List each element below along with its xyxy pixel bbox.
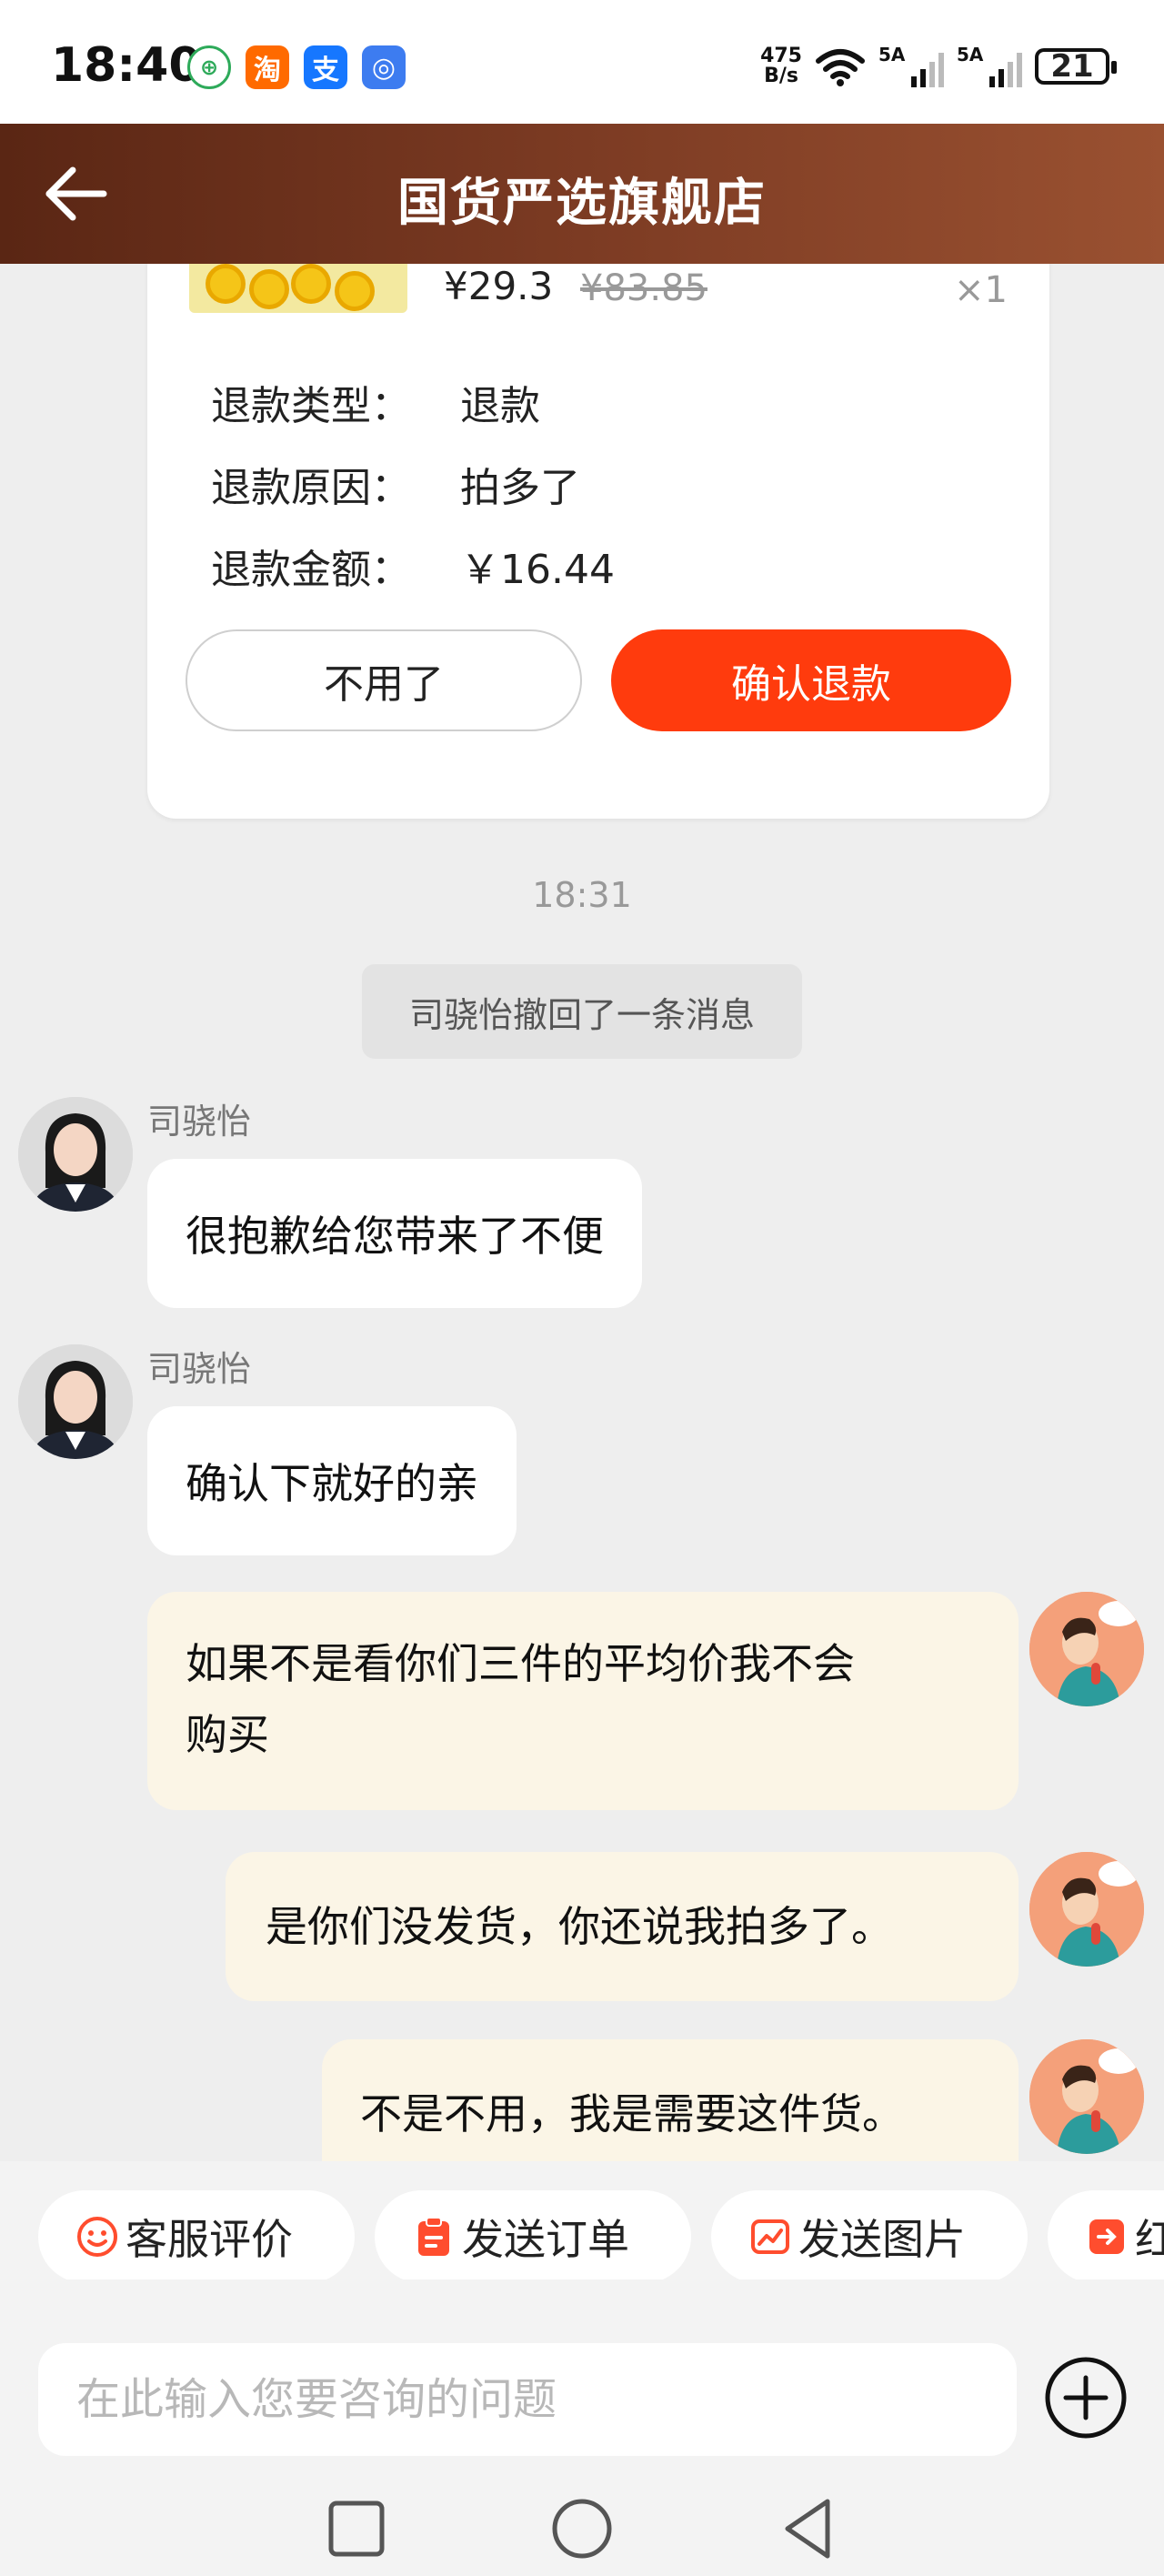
product-original-price: ¥83.85 [580, 267, 707, 309]
refund-reason-row: 退款原因： 拍多了 [211, 455, 580, 513]
user-message-line: 如果不是看你们三件的平均价我不会 [186, 1639, 855, 1688]
green-app-icon: ⊕ [187, 45, 231, 89]
user-avatar[interactable] [1029, 1592, 1144, 1706]
chat-header: 国货严选旗舰店 [0, 124, 1164, 264]
square-icon [328, 2501, 385, 2557]
send-order-chip[interactable]: 发送订单 [375, 2190, 691, 2279]
triangle-back-icon [785, 2499, 830, 2559]
refund-reason-label: 退款原因： [211, 465, 411, 511]
user-avatar[interactable] [1029, 1852, 1144, 1967]
share-chip[interactable]: 红 [1048, 2190, 1164, 2279]
refund-amount-value: ￥16.44 [460, 547, 615, 593]
send-order-label: 发送订单 [462, 2215, 629, 2264]
signal-app-icon: ◎ [362, 45, 406, 89]
user-message-bubble[interactable]: 是你们没发货，你还说我拍多了。 [226, 1852, 1018, 2001]
network-speed-value: 475 [760, 45, 802, 67]
recents-button[interactable] [324, 2496, 389, 2561]
network-speed: 475 B/s [760, 46, 802, 86]
user-avatar[interactable] [1029, 2039, 1144, 2154]
user-message-bubble[interactable]: 如果不是看你们三件的平均价我不会 购买 [147, 1592, 1018, 1810]
notification-icons: ⊕ 淘 支 ◎ [187, 45, 406, 89]
user-message-line: 购买 [186, 1710, 269, 1759]
taobao-icon: 淘 [246, 45, 289, 89]
quick-actions-bar[interactable]: 客服评价 发送订单 发送图片 红 [0, 2161, 1164, 2279]
agent-name: 司骁怡 [147, 1349, 252, 1389]
status-bar: 18:40 ⊕ 淘 支 ◎ 475 B/s 5A 5A 21 [0, 0, 1164, 124]
more-options-button[interactable] [1044, 2356, 1128, 2440]
refund-amount-row: 退款金额： ￥16.44 [211, 537, 615, 595]
status-time: 18:40 [51, 38, 202, 93]
alipay-icon: 支 [304, 45, 347, 89]
product-quantity: ×1 [954, 269, 1008, 311]
sim1-label: 5A [878, 44, 906, 65]
refund-type-value: 退款 [460, 383, 540, 429]
status-indicators: 475 B/s 5A 5A 21 [760, 44, 1117, 87]
input-area [0, 2279, 1164, 2458]
sim1-signal-icon: 5A [878, 44, 944, 87]
confirm-refund-button[interactable]: 确认退款 [611, 629, 1011, 731]
plus-icon [1045, 2357, 1127, 2439]
product-price: ¥29.3 [444, 264, 554, 308]
sim2-label: 5A [957, 44, 984, 65]
refund-reason-value: 拍多了 [460, 465, 580, 511]
rate-service-label: 客服评价 [125, 2215, 293, 2264]
system-nav-bar [0, 2458, 1164, 2576]
home-button[interactable] [549, 2496, 615, 2561]
send-image-chip[interactable]: 发送图片 [711, 2190, 1028, 2279]
message-timestamp: 18:31 [532, 875, 632, 915]
share-label: 红 [1135, 2215, 1164, 2264]
agent-avatar[interactable] [18, 1344, 133, 1459]
rate-service-chip[interactable]: 客服评价 [38, 2190, 355, 2279]
agent-avatar[interactable] [18, 1097, 133, 1212]
agent-name: 司骁怡 [147, 1102, 252, 1142]
recall-notice: 司骁怡撤回了一条消息 [362, 964, 802, 1059]
refund-type-row: 退款类型： 退款 [211, 373, 540, 431]
refund-amount-label: 退款金额： [211, 547, 411, 593]
agent-message-bubble[interactable]: 很抱歉给您带来了不便 [147, 1159, 642, 1308]
sim2-signal-icon: 5A [957, 44, 1022, 87]
user-message-bubble[interactable]: 不是不用，我是需要这件货。 [322, 2039, 1018, 2161]
product-thumbnail[interactable] [189, 264, 407, 313]
wifi-icon [816, 49, 865, 86]
clipboard-icon [418, 2217, 449, 2256]
share-icon [1089, 2219, 1124, 2254]
send-image-label: 发送图片 [798, 2215, 966, 2264]
smile-icon [77, 2217, 117, 2257]
chat-messages[interactable]: ¥29.3 ¥83.85 ×1 退款类型： 退款 退款原因： 拍多了 退款金额：… [0, 264, 1164, 2161]
image-icon [751, 2219, 789, 2254]
refund-card: ¥29.3 ¥83.85 ×1 退款类型： 退款 退款原因： 拍多了 退款金额：… [147, 264, 1049, 819]
circle-icon [552, 2499, 612, 2559]
agent-message-bubble[interactable]: 确认下就好的亲 [147, 1406, 517, 1555]
message-input[interactable] [38, 2343, 1017, 2456]
page-title: 国货严选旗舰店 [397, 174, 767, 233]
network-speed-unit: B/s [764, 65, 798, 87]
refund-type-label: 退款类型： [211, 383, 411, 429]
decline-button[interactable]: 不用了 [186, 629, 582, 731]
battery-icon: 21 [1035, 48, 1117, 85]
nav-back-button[interactable] [775, 2496, 840, 2561]
